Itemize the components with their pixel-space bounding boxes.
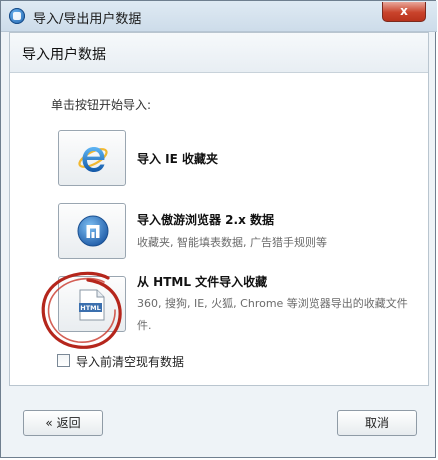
import-export-dialog: 导入/导出用户数据 x 导入用户数据 单击按钮开始导入: 导入 IE 收藏夹 导… [0, 0, 437, 458]
import-maxthon-button[interactable] [58, 203, 126, 259]
import-panel: 导入用户数据 单击按钮开始导入: 导入 IE 收藏夹 导入傲游浏览器 2.x 数… [9, 32, 429, 386]
cancel-button[interactable]: 取消 [337, 410, 417, 436]
html-file-icon: HTML [79, 289, 105, 321]
title-bar[interactable]: 导入/导出用户数据 x [1, 1, 437, 32]
import-html-desc-cont: 件. [137, 319, 152, 332]
clear-data-label: 导入前清空现有数据 [76, 355, 185, 369]
import-html-button[interactable]: HTML [58, 276, 126, 332]
maxthon-browser-icon [77, 215, 109, 247]
import-maxthon-title: 导入傲游浏览器 2.x 数据 [137, 213, 275, 227]
import-maxthon-desc: 收藏夹, 智能填表数据, 广告猎手规则等 [137, 236, 327, 249]
back-button[interactable]: « 返回 [23, 410, 103, 436]
import-ie-title: 导入 IE 收藏夹 [137, 152, 219, 166]
instruction-text: 单击按钮开始导入: [51, 98, 152, 112]
import-html-desc: 360, 搜狗, IE, 火狐, Chrome 等浏览器导出的收藏文件 [137, 297, 408, 310]
panel-header: 导入用户数据 [10, 33, 428, 73]
clear-data-checkbox[interactable] [57, 354, 70, 367]
import-ie-button[interactable] [58, 130, 126, 186]
import-html-title: 从 HTML 文件导入收藏 [137, 275, 268, 289]
panel-title: 导入用户数据 [22, 47, 106, 63]
internet-explorer-icon [78, 147, 108, 172]
app-logo-icon [9, 8, 25, 24]
close-button[interactable]: x [382, 2, 426, 22]
html-icon-label: HTML [80, 304, 100, 312]
window-title: 导入/导出用户数据 [33, 12, 142, 27]
